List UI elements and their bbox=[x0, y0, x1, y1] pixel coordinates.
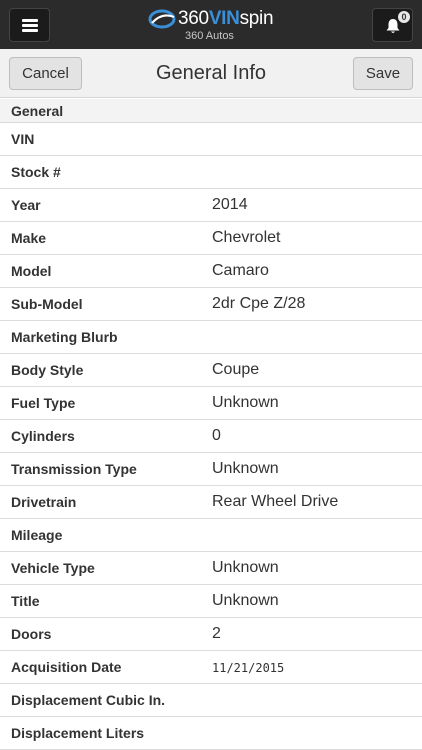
field-value: Chevrolet bbox=[212, 229, 281, 246]
field-row-displacement-liters[interactable]: Displacement Liters bbox=[0, 717, 422, 750]
field-label: Sub-Model bbox=[11, 296, 83, 312]
field-value: Camaro bbox=[212, 262, 269, 279]
page-toolbar: Cancel General Info Save bbox=[0, 49, 422, 98]
notifications-button[interactable]: 0 bbox=[372, 8, 413, 42]
field-row-cylinders[interactable]: Cylinders 0 bbox=[0, 420, 422, 453]
field-label: Title bbox=[11, 593, 40, 609]
field-value: Unknown bbox=[212, 460, 279, 477]
field-row-sub-model[interactable]: Sub-Model 2dr Cpe Z/28 bbox=[0, 288, 422, 321]
field-row-transmission-type[interactable]: Transmission Type Unknown bbox=[0, 453, 422, 486]
field-label: Mileage bbox=[11, 527, 63, 543]
field-label: Marketing Blurb bbox=[11, 329, 118, 345]
field-label: Vehicle Type bbox=[11, 560, 95, 576]
top-navigation-bar: 360VINspin 360 Autos 0 bbox=[0, 0, 422, 49]
field-label: Make bbox=[11, 230, 47, 246]
field-label: Transmission Type bbox=[11, 461, 137, 477]
field-value: 2dr Cpe Z/28 bbox=[212, 295, 306, 312]
field-label: Drivetrain bbox=[11, 494, 77, 510]
logo-swoosh-icon bbox=[148, 9, 176, 29]
field-value: 2 bbox=[212, 625, 221, 642]
field-label: Stock # bbox=[11, 164, 61, 180]
field-label: Displacement Liters bbox=[11, 725, 145, 741]
field-row-mileage[interactable]: Mileage bbox=[0, 519, 422, 552]
field-row-title[interactable]: Title Unknown bbox=[0, 585, 422, 618]
field-value: Unknown bbox=[212, 559, 279, 576]
field-label: Displacement Cubic In. bbox=[11, 692, 166, 708]
field-label: VIN bbox=[11, 131, 35, 147]
field-row-doors[interactable]: Doors 2 bbox=[0, 618, 422, 651]
field-value: 11/21/2015 bbox=[212, 661, 285, 675]
app-logo: 360VINspin 360 Autos bbox=[148, 6, 278, 44]
brand-suffix: spin bbox=[239, 8, 274, 29]
field-row-acquisition-date[interactable]: Acquisition Date 11/21/2015 bbox=[0, 651, 422, 684]
field-label: Fuel Type bbox=[11, 395, 76, 411]
field-row-vin[interactable]: VIN bbox=[0, 123, 422, 156]
field-label: Cylinders bbox=[11, 428, 75, 444]
field-label: Doors bbox=[11, 626, 52, 642]
field-row-fuel-type[interactable]: Fuel Type Unknown bbox=[0, 387, 422, 420]
field-label: Model bbox=[11, 263, 52, 279]
menu-button[interactable] bbox=[9, 8, 50, 42]
field-row-model[interactable]: Model Camaro bbox=[0, 255, 422, 288]
brand-name: 360VINspin bbox=[178, 8, 274, 30]
section-title: General bbox=[11, 103, 64, 119]
field-row-marketing-blurb[interactable]: Marketing Blurb bbox=[0, 321, 422, 354]
field-row-displacement-cubic-in[interactable]: Displacement Cubic In. bbox=[0, 684, 422, 717]
general-info-form: VIN Stock # Year 2014 Make Chevrolet Model… bbox=[0, 123, 422, 750]
field-value: Unknown bbox=[212, 592, 279, 609]
brand-accent: VIN bbox=[208, 8, 240, 29]
field-label: Body Style bbox=[11, 362, 84, 378]
brand-prefix: 360 bbox=[178, 8, 209, 29]
field-value: Unknown bbox=[212, 394, 279, 411]
field-value: 2014 bbox=[212, 196, 248, 213]
notification-count-badge: 0 bbox=[398, 11, 410, 23]
field-value: Rear Wheel Drive bbox=[212, 493, 339, 510]
field-row-year[interactable]: Year 2014 bbox=[0, 189, 422, 222]
field-label: Acquisition Date bbox=[11, 659, 122, 675]
field-row-make[interactable]: Make Chevrolet bbox=[0, 222, 422, 255]
field-value: 0 bbox=[212, 427, 221, 444]
section-header-general: General bbox=[0, 99, 422, 123]
field-label: Year bbox=[11, 197, 41, 213]
field-row-stock-number[interactable]: Stock # bbox=[0, 156, 422, 189]
field-row-drivetrain[interactable]: Drivetrain Rear Wheel Drive bbox=[0, 486, 422, 519]
save-button[interactable]: Save bbox=[353, 57, 413, 90]
field-row-body-style[interactable]: Body Style Coupe bbox=[0, 354, 422, 387]
dealer-name: 360 Autos bbox=[185, 30, 234, 42]
field-value: Coupe bbox=[212, 361, 260, 378]
field-row-vehicle-type[interactable]: Vehicle Type Unknown bbox=[0, 552, 422, 585]
